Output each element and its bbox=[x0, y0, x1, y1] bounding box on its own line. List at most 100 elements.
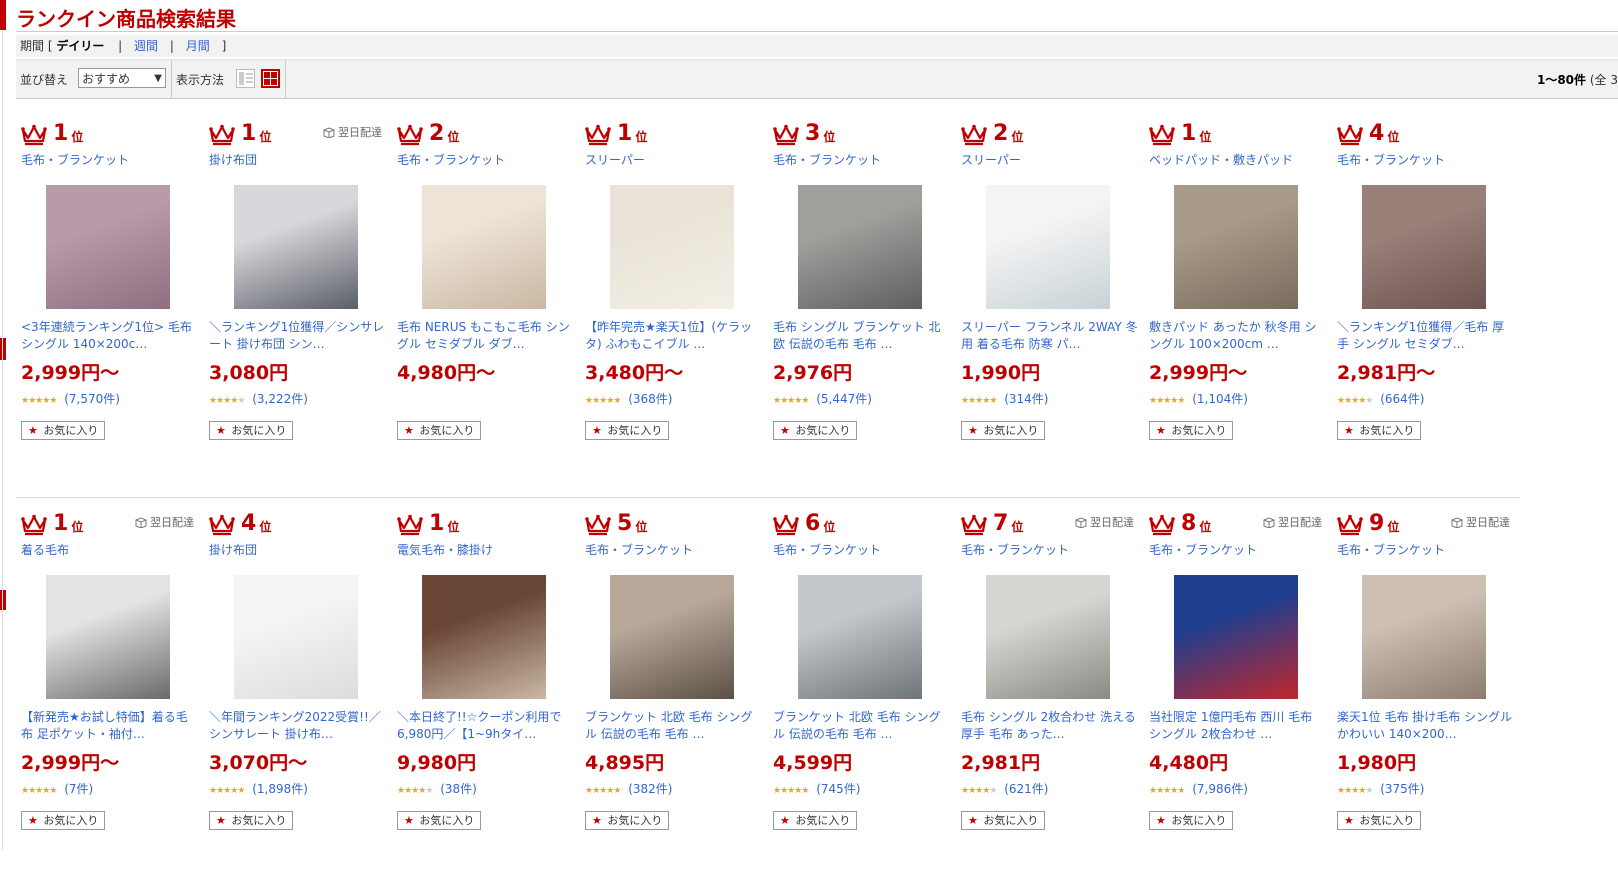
favorite-button[interactable]: ★ お気に入り bbox=[585, 811, 670, 830]
product-card: 4 位 掛け布団 ＼年間ランキング2022受賞!!／シンサレート 掛け布… 3,… bbox=[204, 497, 392, 883]
star-rating-icon: ★★★★★ bbox=[1337, 396, 1373, 406]
product-image[interactable] bbox=[234, 575, 358, 699]
category-link[interactable]: 電気毛布・膝掛け bbox=[397, 541, 493, 558]
product-image[interactable] bbox=[1362, 575, 1486, 699]
category-link[interactable]: 毛布・ブランケット bbox=[1337, 151, 1445, 168]
category-link[interactable]: 毛布・ブランケット bbox=[773, 541, 881, 558]
favorite-button[interactable]: ★ お気に入り bbox=[209, 421, 294, 440]
period-monthly-link[interactable]: 月間 bbox=[186, 39, 210, 53]
product-name-link[interactable]: 毛布 シングル 2枚合わせ 洗える 厚手 毛布 あった… bbox=[961, 709, 1139, 743]
product-name-link[interactable]: ＼ランキング1位獲得／シンサレート 掛け布団 シン… bbox=[209, 319, 387, 353]
review-count-link[interactable]: (314件) bbox=[1004, 392, 1048, 406]
rank-suffix: 位 bbox=[259, 130, 272, 144]
favorite-button[interactable]: ★ お気に入り bbox=[209, 811, 294, 830]
product-image[interactable] bbox=[610, 575, 734, 699]
product-image[interactable] bbox=[798, 185, 922, 309]
review-count-link[interactable]: (621件) bbox=[1004, 782, 1048, 796]
product-name-link[interactable]: ＼本日終了!!☆クーポン利用で6,980円／【1~9hタイ… bbox=[397, 709, 575, 743]
product-image[interactable] bbox=[1174, 185, 1298, 309]
period-close: ] bbox=[221, 39, 227, 53]
favorite-button[interactable]: ★ お気に入り bbox=[21, 811, 106, 830]
favorite-button[interactable]: ★ お気に入り bbox=[773, 811, 858, 830]
next-day-delivery-badge: 翌日配達 bbox=[1263, 514, 1322, 530]
star-icon: ★ bbox=[592, 424, 602, 437]
product-name-link[interactable]: ＼年間ランキング2022受賞!!／シンサレート 掛け布… bbox=[209, 709, 387, 743]
category-link[interactable]: スリーパー bbox=[585, 151, 645, 168]
product-name-link[interactable]: 当社限定 1億円毛布 西川 毛布 シングル 2枚合わせ … bbox=[1149, 709, 1327, 743]
product-name-link[interactable]: ブランケット 北欧 毛布 シングル 伝説の毛布 毛布 … bbox=[585, 709, 763, 743]
review-count-link[interactable]: (745件) bbox=[816, 782, 860, 796]
product-image[interactable] bbox=[46, 575, 170, 699]
category-link[interactable]: 毛布・ブランケット bbox=[397, 151, 505, 168]
product-image[interactable] bbox=[986, 185, 1110, 309]
category-link[interactable]: 毛布・ブランケット bbox=[961, 541, 1069, 558]
product-name-link[interactable]: 敷きパッド あったか 秋冬用 シングル 100×200cm … bbox=[1149, 319, 1327, 353]
period-weekly-link[interactable]: 週間 bbox=[134, 39, 158, 53]
product-name-link[interactable]: 毛布 シングル ブランケット 北欧 伝説の毛布 毛布 … bbox=[773, 319, 951, 353]
product-image[interactable] bbox=[1362, 185, 1486, 309]
favorite-button[interactable]: ★ お気に入り bbox=[1149, 811, 1234, 830]
delivery-label: 翌日配達 bbox=[338, 126, 382, 139]
category-link[interactable]: 毛布・ブランケット bbox=[773, 151, 881, 168]
favorite-button[interactable]: ★ お気に入り bbox=[1337, 811, 1422, 830]
grid-view-icon[interactable] bbox=[261, 69, 280, 88]
product-image[interactable] bbox=[422, 185, 546, 309]
favorite-button[interactable]: ★ お気に入り bbox=[1337, 421, 1422, 440]
review-count-link[interactable]: (368件) bbox=[628, 392, 672, 406]
product-name-link[interactable]: ＼ランキング1位獲得／毛布 厚手 シングル セミダブ… bbox=[1337, 319, 1515, 353]
product-image[interactable] bbox=[986, 575, 1110, 699]
category-link[interactable]: スリーパー bbox=[961, 151, 1021, 168]
category-link[interactable]: 掛け布団 bbox=[209, 541, 257, 558]
category-link[interactable]: 毛布・ブランケット bbox=[1149, 541, 1257, 558]
product-name-link[interactable]: 【昨年完売★楽天1位】(ケラッタ) ふわもこイブル … bbox=[585, 319, 763, 353]
favorite-button[interactable]: ★ お気に入り bbox=[397, 421, 482, 440]
review-count-link[interactable]: (375件) bbox=[1380, 782, 1424, 796]
category-link[interactable]: 毛布・ブランケット bbox=[21, 151, 129, 168]
product-name-link[interactable]: 毛布 NERUS もこもこ毛布 シングル セミダブル ダブ… bbox=[397, 319, 575, 353]
product-image[interactable] bbox=[422, 575, 546, 699]
category-link[interactable]: 毛布・ブランケット bbox=[1337, 541, 1445, 558]
rating: ★★★★★ (1,104件) bbox=[1149, 390, 1248, 407]
review-count-link[interactable]: (664件) bbox=[1380, 392, 1424, 406]
rank-number: 1 bbox=[1181, 121, 1197, 146]
favorite-button[interactable]: ★ お気に入り bbox=[397, 811, 482, 830]
product-name-link[interactable]: ブランケット 北欧 毛布 シングル 伝説の毛布 毛布 … bbox=[773, 709, 951, 743]
left-border-line bbox=[2, 30, 3, 850]
review-count-link[interactable]: (5,447件) bbox=[816, 392, 872, 406]
rank-number: 2 bbox=[429, 121, 445, 146]
product-image[interactable] bbox=[1174, 575, 1298, 699]
review-count-link[interactable]: (7件) bbox=[64, 782, 93, 796]
review-count-link[interactable]: (7,986件) bbox=[1192, 782, 1248, 796]
favorite-button[interactable]: ★ お気に入り bbox=[21, 421, 106, 440]
review-count-link[interactable]: (382件) bbox=[628, 782, 672, 796]
crown-icon bbox=[209, 124, 235, 146]
favorite-button[interactable]: ★ お気に入り bbox=[961, 421, 1046, 440]
favorite-label: お気に入り bbox=[1171, 814, 1227, 827]
product-image[interactable] bbox=[610, 185, 734, 309]
product-image[interactable] bbox=[234, 185, 358, 309]
product-name-link[interactable]: <3年連続ランキング1位> 毛布 シングル 140×200c… bbox=[21, 319, 199, 353]
product-image[interactable] bbox=[46, 185, 170, 309]
star-icon: ★ bbox=[216, 424, 226, 437]
product-name-link[interactable]: スリーパー フランネル 2WAY 冬用 着る毛布 防寒 パ… bbox=[961, 319, 1139, 353]
category-link[interactable]: ベッドパッド・敷きパッド bbox=[1149, 151, 1293, 168]
review-count-link[interactable]: (1,104件) bbox=[1192, 392, 1248, 406]
favorite-button[interactable]: ★ お気に入り bbox=[585, 421, 670, 440]
review-count-link[interactable]: (38件) bbox=[440, 782, 477, 796]
review-count-link[interactable]: (7,570件) bbox=[64, 392, 120, 406]
product-name-link[interactable]: 【新発売★お試し特価】着る毛布 足ポケット・袖付… bbox=[21, 709, 199, 743]
review-count-link[interactable]: (3,222件) bbox=[252, 392, 308, 406]
product-price: 3,070円〜 bbox=[209, 752, 308, 774]
favorite-button[interactable]: ★ お気に入り bbox=[961, 811, 1046, 830]
category-link[interactable]: 毛布・ブランケット bbox=[585, 541, 693, 558]
product-name-link[interactable]: 楽天1位 毛布 掛け毛布 シングル かわいい 140×200… bbox=[1337, 709, 1515, 743]
review-count-link[interactable]: (1,898件) bbox=[252, 782, 308, 796]
list-view-icon[interactable] bbox=[236, 69, 255, 88]
favorite-button[interactable]: ★ お気に入り bbox=[1149, 421, 1234, 440]
favorite-label: お気に入り bbox=[43, 424, 99, 437]
product-image[interactable] bbox=[798, 575, 922, 699]
sort-select[interactable]: おすすめ ▼ bbox=[78, 68, 166, 88]
favorite-button[interactable]: ★ お気に入り bbox=[773, 421, 858, 440]
category-link[interactable]: 掛け布団 bbox=[209, 151, 257, 168]
category-link[interactable]: 着る毛布 bbox=[21, 541, 69, 558]
